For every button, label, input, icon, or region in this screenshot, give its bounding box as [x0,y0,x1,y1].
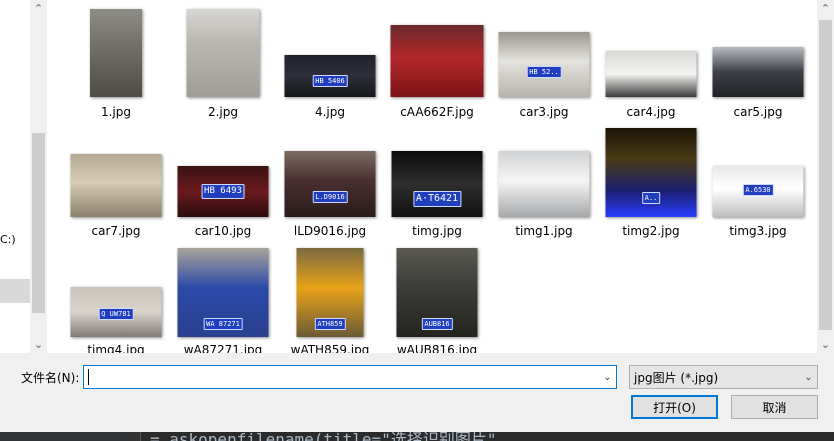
file-name: timg3.jpg [729,224,787,238]
file-item[interactable]: L.D9016 lLD9016.jpg [280,119,380,238]
image-thumbnail: HB 6493 [177,166,269,217]
file-item[interactable]: cAA662F.jpg [387,0,487,119]
image-thumbnail: HB 5406 [284,55,376,97]
file-item[interactable]: HB 52.. car3.jpg [494,0,594,119]
image-thumbnail: Q UW781 [70,287,162,337]
license-plate: ATH859 [314,318,346,330]
image-thumbnail [70,154,162,217]
file-item[interactable]: A·T6421 timg.jpg [387,119,487,238]
file-name: wA87271.jpg [183,343,263,353]
image-thumbnail: ATH859 [296,248,364,337]
license-plate: HB 5406 [312,75,348,87]
chevron-down-icon[interactable]: ⌄ [30,336,47,353]
code-editor-background: = askopenfilename(title="选择识别图片" [0,432,834,441]
license-plate: A.6530 [742,184,774,196]
file-name: 2.jpg [207,105,239,119]
drive-label[interactable]: C:) [0,233,16,246]
file-name: car4.jpg [626,105,676,119]
license-plate: L.D9016 [312,191,348,203]
text-caret [88,369,89,385]
image-thumbnail: A·T6421 [391,151,483,217]
file-item[interactable]: car4.jpg [601,0,701,119]
image-thumbnail: A.. [605,128,697,217]
image-thumbnail: A.6530 [712,166,804,217]
file-item[interactable]: A.. timg2.jpg [601,119,701,238]
license-plate: WA 87271 [203,318,243,330]
file-name: car7.jpg [91,224,141,238]
navigation-selected-item[interactable] [0,279,30,303]
chevron-down-icon[interactable]: ⌄ [800,366,817,388]
file-item[interactable]: ATH859 wATH859.jpg [280,238,380,353]
image-thumbnail: HB 52.. [498,32,590,97]
file-item[interactable]: AUB816 wAUB816.jpg [387,238,487,353]
file-name: 4.jpg [314,105,346,119]
file-name: wATH859.jpg [290,343,370,353]
file-name: car10.jpg [194,224,252,238]
chevron-down-icon[interactable]: ⌄ [817,336,834,353]
cancel-button[interactable]: 取消 [731,395,818,419]
code-line: = askopenfilename(title="选择识别图片" [150,432,496,441]
filetype-value: jpg图片 (*.jpg) [634,371,719,385]
file-name: timg2.jpg [622,224,680,238]
navigation-scrollbar-thumb[interactable] [32,133,45,313]
file-name: cAA662F.jpg [400,105,474,119]
file-list-view[interactable]: 1.jpg 2.jpg HB 5406 4.jpg cAA662F.jpg HB… [47,0,817,353]
chevron-up-icon[interactable]: ⌃ [817,0,834,17]
image-thumbnail: AUB816 [396,248,478,337]
file-name: timg4.jpg [87,343,145,353]
file-item[interactable]: HB 5406 4.jpg [280,0,380,119]
image-thumbnail: L.D9016 [284,151,376,217]
file-name: 1.jpg [100,105,132,119]
license-plate: AUB816 [421,318,453,330]
file-name: lLD9016.jpg [293,224,367,238]
license-plate: A·T6421 [412,191,462,207]
license-plate: HB 52.. [526,66,562,78]
editor-gutter [0,432,141,441]
filename-input[interactable] [83,365,617,389]
image-thumbnail: WA 87271 [177,248,269,337]
file-item[interactable]: WA 87271 wA87271.jpg [173,238,273,353]
chevron-down-icon[interactable]: ⌄ [599,366,616,388]
file-list-scrollbar-thumb[interactable] [819,20,832,330]
license-plate: Q UW781 [98,308,134,320]
file-name: timg.jpg [412,224,462,238]
file-name: car3.jpg [519,105,569,119]
file-item[interactable]: 1.jpg [66,0,166,119]
file-name: wAUB816.jpg [396,343,478,353]
filename-label: 文件名(N): [21,371,80,385]
file-name: car5.jpg [733,105,783,119]
chevron-up-icon[interactable]: ⌃ [30,0,47,17]
file-item[interactable]: timg1.jpg [494,119,594,238]
license-plate: HB 6493 [201,184,245,199]
image-thumbnail [186,9,260,97]
open-button[interactable]: 打开(O) [631,395,718,419]
license-plate: A.. [641,192,661,204]
file-item[interactable]: A.6530 timg3.jpg [708,119,808,238]
file-item[interactable]: Q UW781 timg4.jpg [66,238,166,353]
file-item[interactable]: car7.jpg [66,119,166,238]
image-thumbnail [712,47,804,97]
image-thumbnail [390,25,484,97]
file-item[interactable]: car5.jpg [708,0,808,119]
file-item[interactable]: 2.jpg [173,0,273,119]
file-name: timg1.jpg [515,224,573,238]
navigation-pane[interactable]: C:) [0,0,30,353]
image-thumbnail [90,9,142,97]
image-thumbnail [498,151,590,217]
image-thumbnail [605,51,697,97]
file-item[interactable]: HB 6493 car10.jpg [173,119,273,238]
